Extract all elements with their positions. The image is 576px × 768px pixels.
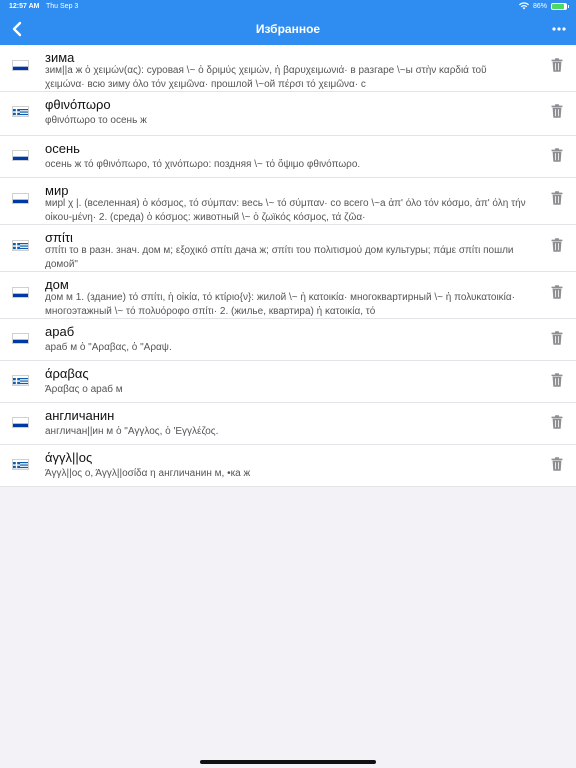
delete-trash-icon[interactable] [551, 148, 563, 162]
favorite-translation: мирl χ |. (вселенная) ὁ κόσμος, τό σύμπα… [45, 198, 526, 223]
wifi-icon [518, 2, 529, 10]
favorite-row[interactable]: дом дом м 1. (здание) τό σπίτι, ἡ οἰκία, … [0, 272, 576, 319]
greek-flag-icon [12, 240, 29, 251]
favorite-row[interactable]: араб араб м ὁ "Αραβας, ὁ "Αραψ. [0, 319, 576, 361]
home-indicator [200, 760, 376, 764]
favorite-translation: дом м 1. (здание) τό σπίτι, ἡ οἰκία, τό … [45, 292, 516, 317]
greek-flag-icon [12, 459, 29, 470]
favorite-row[interactable]: άγγλ||ος Άγγλ||ος ο, Άγγλ||οσίδα η англич… [0, 445, 576, 487]
favorite-row[interactable]: мир мирl χ |. (вселенная) ὁ κόσμος, τό σύ… [0, 178, 576, 225]
favorite-row[interactable]: зима зим||а ж ὁ χειμών(ας): суровая \~ ὁ … [0, 45, 576, 92]
favorite-word: άγγλ||ος [45, 450, 93, 465]
status-bar: 12:57 AM Thu Sep 3 86% [0, 0, 576, 14]
favorite-row[interactable]: φθινόπωρο φθινόπωρο το осень ж [0, 92, 576, 136]
delete-trash-icon[interactable] [551, 285, 563, 299]
status-date: Thu Sep 3 [46, 3, 79, 10]
favorite-translation: σπίτι το в разн. знач. дом м; εξοχικό σπ… [45, 245, 514, 270]
favorite-row[interactable]: άραβας Άραβας ο араб м [0, 361, 576, 403]
status-time: 12:57 AM [9, 3, 40, 10]
delete-trash-icon[interactable] [551, 104, 563, 118]
favorite-word: мир [45, 183, 69, 198]
favorite-word: φθινόπωρο [45, 97, 111, 112]
favorite-word: осень [45, 141, 80, 156]
delete-trash-icon[interactable] [551, 415, 563, 429]
status-right: 86% [518, 2, 569, 10]
favorite-word: дом [45, 277, 69, 292]
favorites-list: зима зим||а ж ὁ χειμών(ας): суровая \~ ὁ … [0, 45, 576, 487]
delete-trash-icon[interactable] [551, 58, 563, 72]
favorite-translation: φθινόπωρο το осень ж [45, 115, 147, 126]
delete-trash-icon[interactable] [551, 457, 563, 471]
favorite-row[interactable]: осень осень ж τό φθινόπωρο, τό χινόπωρο: … [0, 136, 576, 178]
favorite-word: араб [45, 324, 75, 339]
more-options-icon[interactable] [551, 21, 567, 37]
russian-flag-icon [12, 417, 29, 428]
delete-trash-icon[interactable] [551, 238, 563, 252]
favorite-word: англичанин [45, 408, 115, 423]
battery-icon [551, 2, 569, 10]
page-title: Избранное [255, 22, 321, 36]
delete-trash-icon[interactable] [551, 331, 563, 345]
favorite-row[interactable]: англичанин англичан||ин м ὁ "Αγγλος, ὁ 'Ε… [0, 403, 576, 445]
favorite-translation: осень ж τό φθινόπωρο, τό χινόπωρο: поздн… [45, 159, 361, 170]
favorite-word: зима [45, 50, 75, 65]
favorite-translation: зим||а ж ὁ χειμών(ας): суровая \~ ὁ δριμ… [45, 65, 487, 90]
russian-flag-icon [12, 193, 29, 204]
nav-bar: Избранное [0, 14, 576, 45]
russian-flag-icon [12, 60, 29, 71]
delete-trash-icon[interactable] [551, 191, 563, 205]
favorite-word: σπίτι [45, 230, 73, 245]
russian-flag-icon [12, 287, 29, 298]
favorite-translation: Άραβας ο араб м [45, 384, 123, 395]
favorite-translation: араб м ὁ "Αραβας, ὁ "Αραψ. [45, 342, 172, 353]
favorite-translation: англичан||ин м ὁ "Αγγλος, ὁ 'Εγγλέζος. [45, 426, 219, 437]
favorite-row[interactable]: σπίτι σπίτι το в разн. знач. дом м; εξοχι… [0, 225, 576, 272]
greek-flag-icon [12, 106, 29, 117]
delete-trash-icon[interactable] [551, 373, 563, 387]
favorite-translation: Άγγλ||ος ο, Άγγλ||οσίδα η англичанин м, … [45, 468, 251, 479]
greek-flag-icon [12, 375, 29, 386]
russian-flag-icon [12, 150, 29, 161]
favorite-word: άραβας [45, 366, 89, 381]
battery-percent: 86% [532, 2, 547, 10]
russian-flag-icon [12, 333, 29, 344]
